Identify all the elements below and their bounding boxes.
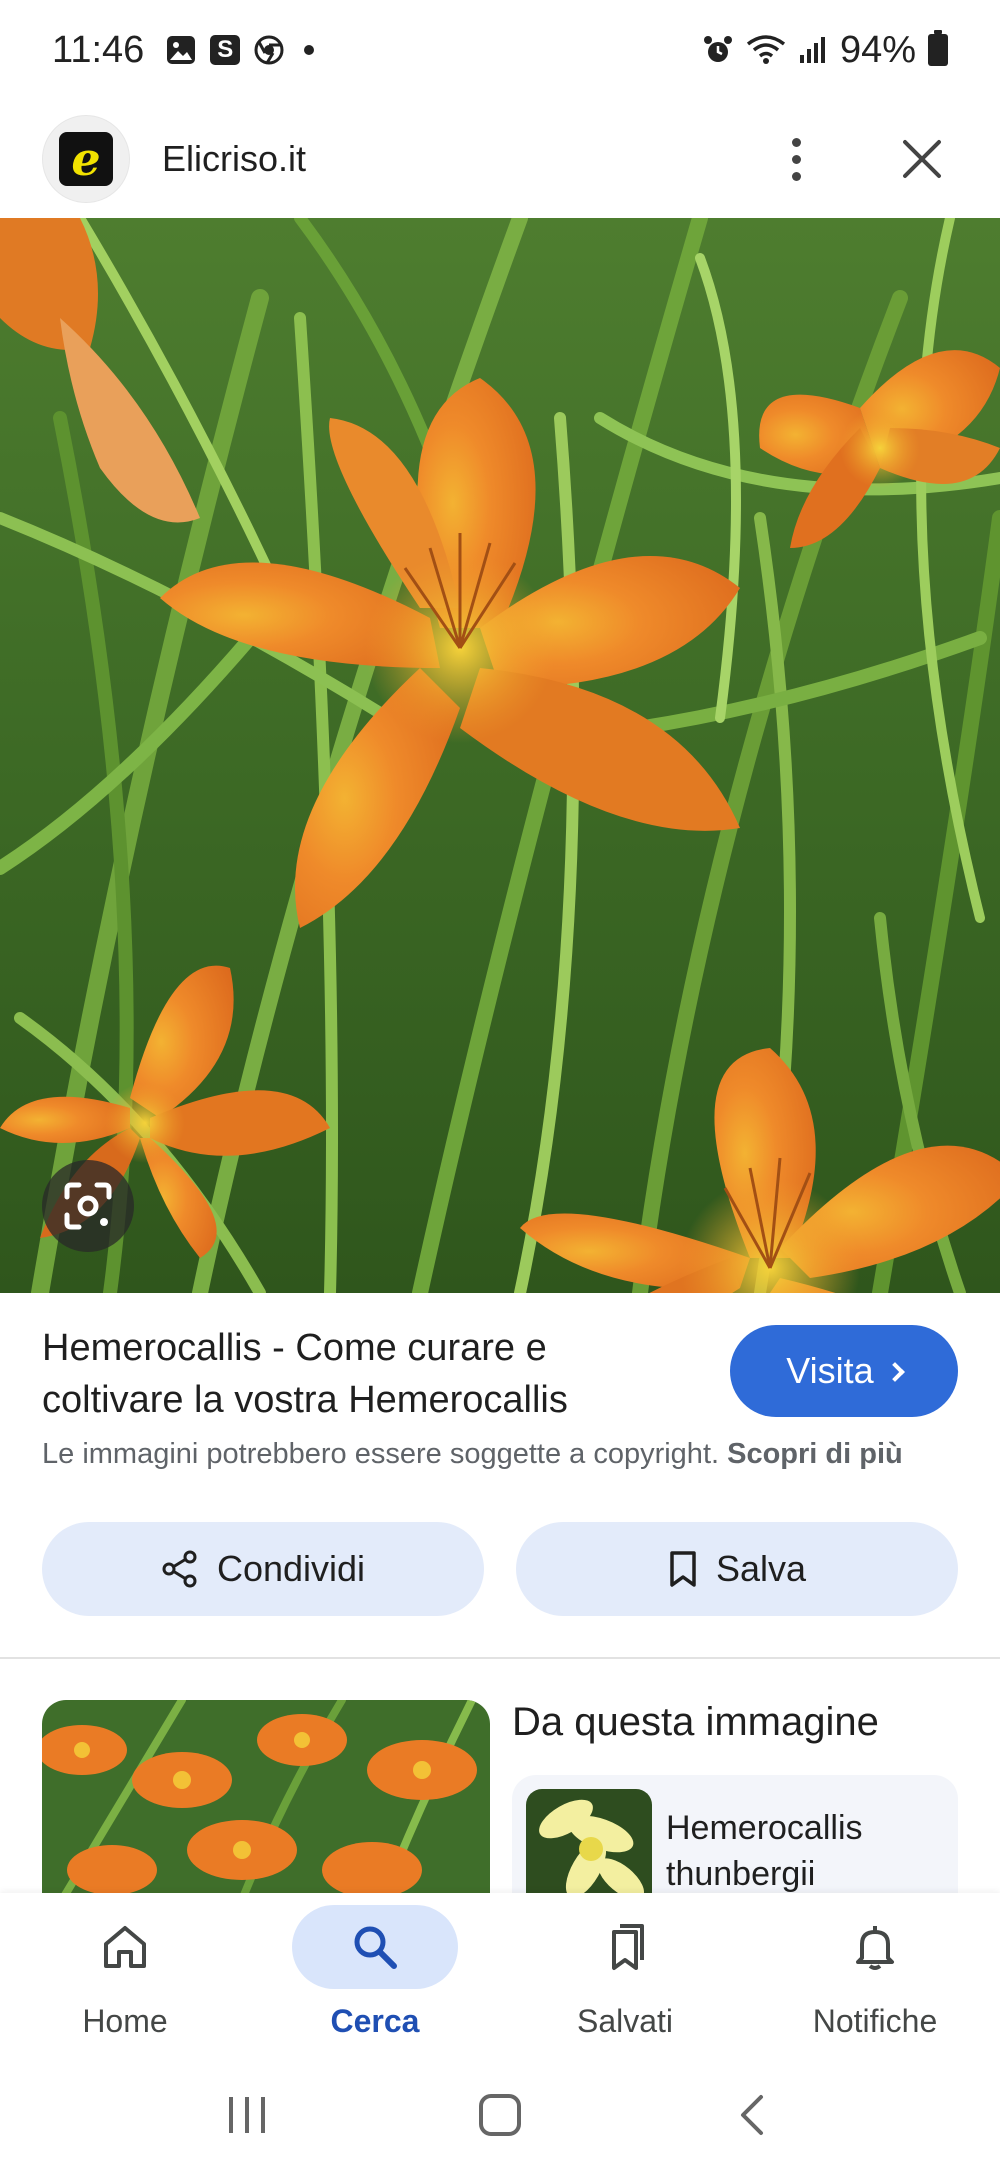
back-button[interactable] (713, 2085, 793, 2145)
s-app-icon: S (210, 35, 241, 65)
copyright-text: Le immagini potrebbero essere soggette a… (42, 1438, 720, 1470)
bookmark-icon (670, 1551, 696, 1587)
bookmarks-icon (612, 1924, 644, 1970)
site-logo[interactable]: e (42, 115, 130, 203)
lens-search-button[interactable] (42, 1160, 134, 1252)
page-title[interactable]: Hemerocallis - Come curare e coltivare l… (42, 1322, 682, 1426)
chrome-icon (254, 35, 284, 65)
visit-label: Visita (786, 1350, 874, 1391)
learn-more-link[interactable]: Scopri di più (727, 1438, 903, 1470)
save-label: Salva (715, 1548, 807, 1589)
wifi-icon (746, 35, 786, 64)
related-photo (42, 1700, 490, 1900)
status-right: 94% (702, 29, 948, 72)
bottom-navigation: Home Cerca Salvati Notifiche (0, 1893, 1000, 2063)
nav-pill-saved (542, 1905, 708, 1989)
source-header: e Elicriso.it (0, 100, 1000, 218)
alarm-icon (703, 36, 732, 62)
site-name[interactable]: Elicriso.it (162, 138, 760, 180)
nav-label-search: Cerca (330, 2003, 420, 2039)
lens-icon (64, 1182, 112, 1230)
visit-button[interactable]: Visita (730, 1325, 958, 1417)
save-button[interactable]: Salva (516, 1522, 958, 1616)
system-navigation-bar (0, 2063, 1000, 2166)
status-left: 11:46 S (52, 28, 315, 72)
share-icon (162, 1550, 197, 1588)
copyright-notice: Le immagini potrebbero essere soggette a… (42, 1438, 1000, 1471)
section-divider (0, 1657, 1000, 1659)
nav-pill-home (42, 1905, 208, 1989)
related-image[interactable] (42, 1700, 490, 1900)
main-image[interactable] (0, 218, 1000, 1293)
battery-icon (928, 30, 948, 66)
bell-icon (856, 1926, 894, 1970)
from-image-heading: Da questa immagine (512, 1700, 879, 1744)
nav-item-notifications[interactable]: Notifiche (750, 1893, 1000, 2063)
status-bar: 11:46 S 94% (0, 0, 1000, 100)
related-item-label: Hemerocallis thunbergii (666, 1809, 863, 1893)
battery-percent: 94% (839, 28, 916, 71)
search-icon (354, 1926, 397, 1969)
daylily-photo (0, 218, 1000, 1293)
related-result-card[interactable]: Hemerocallis thunbergii (512, 1775, 958, 1909)
recents-button[interactable] (207, 2085, 287, 2145)
close-icon (902, 139, 942, 179)
nav-item-saved[interactable]: Salvati (500, 1893, 750, 2063)
more-options-button[interactable] (760, 123, 832, 195)
more-vert-icon (791, 137, 801, 181)
nav-pill-notifications (792, 1905, 958, 1989)
share-button[interactable]: Condividi (42, 1522, 484, 1616)
back-chevron-icon (741, 2094, 764, 2135)
share-label: Condividi (216, 1548, 366, 1589)
nav-label-notifications: Notifiche (812, 2003, 938, 2039)
status-time: 11:46 (52, 28, 145, 71)
nav-label-home: Home (82, 2003, 168, 2039)
related-thumbnail (526, 1789, 652, 1909)
signal-icon (799, 37, 825, 63)
action-row: Condividi Salva (42, 1522, 958, 1616)
recents-icon (228, 2096, 265, 2133)
close-button[interactable] (886, 123, 958, 195)
nav-item-home[interactable]: Home (0, 1893, 250, 2063)
nav-pill-search (292, 1905, 458, 1989)
gallery-icon (167, 36, 196, 64)
home-nav-button[interactable] (460, 2085, 540, 2145)
chevron-right-icon (884, 1362, 905, 1382)
nav-label-saved: Salvati (576, 2003, 674, 2039)
nav-item-search[interactable]: Cerca (250, 1893, 500, 2063)
home-square-icon (478, 2093, 521, 2136)
notification-dot-icon (304, 45, 315, 55)
home-icon (104, 1926, 146, 1968)
site-logo-letter: e (59, 132, 113, 186)
